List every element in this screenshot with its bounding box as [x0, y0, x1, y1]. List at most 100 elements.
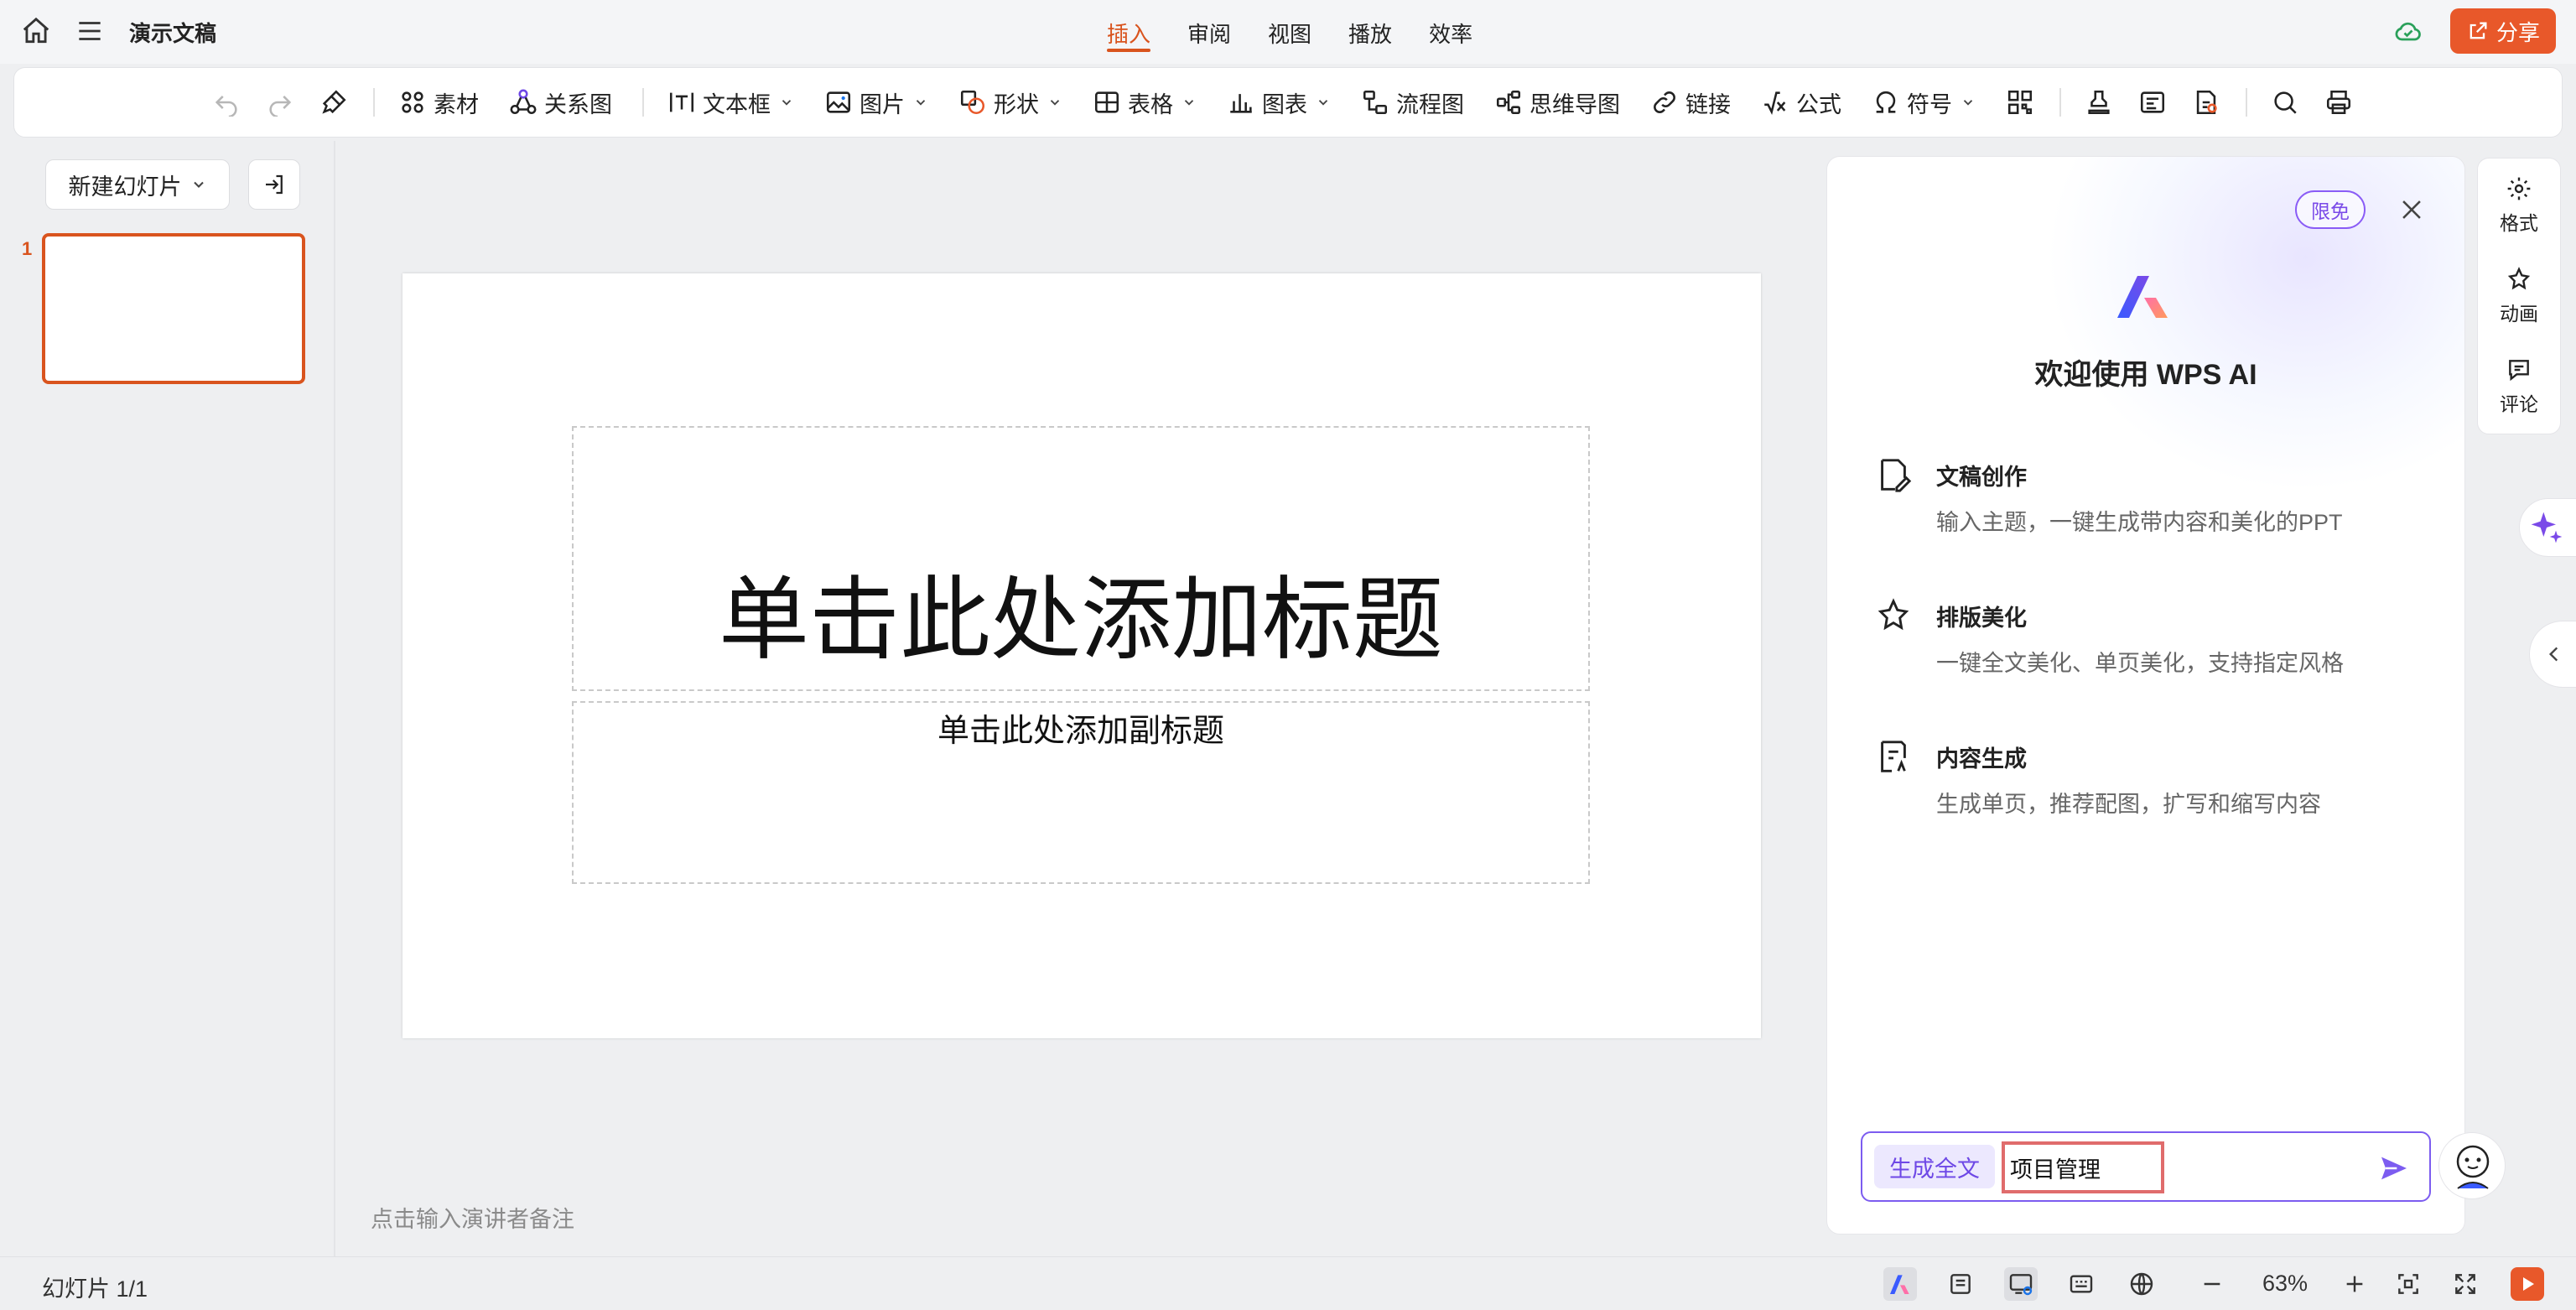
rail-animation-label: 动画	[2500, 303, 2538, 325]
print-icon[interactable]	[2324, 88, 2353, 117]
zoom-in-icon[interactable]	[2338, 1267, 2371, 1301]
slide-sorter-icon[interactable]	[1944, 1267, 1977, 1301]
speaker-notes[interactable]: 点击输入演讲者备注	[371, 1201, 574, 1234]
send-icon[interactable]	[2377, 1151, 2411, 1185]
format-painter-icon[interactable]	[319, 88, 348, 117]
chevron-down-icon	[916, 100, 926, 106]
share-button[interactable]: 分享	[2450, 8, 2556, 54]
slide-thumbnail-panel: 新建幻灯片 1	[0, 141, 335, 1256]
table-button[interactable]: 表格	[1093, 86, 1197, 119]
redo-icon[interactable]	[266, 88, 294, 117]
picture-label: 图片	[860, 91, 905, 117]
cloud-saved-icon[interactable]	[2393, 17, 2423, 47]
material-button[interactable]: 素材	[398, 86, 479, 119]
chevron-down-icon	[193, 181, 204, 188]
slide-thumbnail-number: 1	[22, 238, 33, 259]
form-icon[interactable]	[2138, 88, 2167, 117]
star-sparkle-icon	[1877, 598, 1909, 631]
flowchart-button[interactable]: 流程图	[1361, 86, 1464, 119]
play-slideshow-button[interactable]	[2511, 1267, 2544, 1301]
globe-icon[interactable]	[2125, 1267, 2158, 1301]
rail-animation[interactable]: 动画	[2478, 266, 2560, 326]
document-title[interactable]: 演示文稿	[129, 17, 216, 48]
zoom-out-icon[interactable]	[2195, 1267, 2229, 1301]
ai-assistant-avatar[interactable]	[2438, 1132, 2506, 1199]
chevron-down-icon	[782, 100, 792, 106]
link-button[interactable]: 链接	[1650, 86, 1731, 119]
close-icon[interactable]	[2397, 195, 2426, 224]
feature-title: 文稿创作	[1936, 465, 2027, 490]
subtitle-placeholder-text: 单击此处添加副标题	[937, 712, 1224, 749]
panel-divider[interactable]	[334, 141, 335, 1256]
fit-window-icon[interactable]	[2392, 1267, 2425, 1301]
zoom-level[interactable]: 63%	[2262, 1271, 2308, 1297]
link-label: 链接	[1685, 91, 1731, 117]
chevron-down-icon	[1184, 100, 1194, 106]
generate-full-text-chip[interactable]: 生成全文	[1874, 1145, 1995, 1188]
home-icon[interactable]	[20, 15, 52, 47]
slide-canvas[interactable]: 单击此处添加标题 单击此处添加副标题	[402, 273, 1761, 1038]
toolbar-divider	[2246, 88, 2247, 117]
formula-button[interactable]: 公式	[1761, 86, 1841, 119]
tab-efficiency[interactable]: 效率	[1429, 0, 1472, 64]
qrcode-icon[interactable]	[2006, 88, 2034, 117]
ai-prompt-input[interactable]	[2002, 1141, 2164, 1193]
new-slide-button[interactable]: 新建幻灯片	[45, 159, 230, 210]
document-edit-icon	[1881, 459, 1912, 492]
wps-ai-panel: 限免 欢迎使用 WPS AI 文稿创作 输入主题，一键生成带内容和美化的PPT …	[1826, 156, 2465, 1235]
tab-play[interactable]: 播放	[1348, 0, 1392, 64]
relation-diagram-button[interactable]: 关系图	[509, 86, 612, 119]
stamp-icon[interactable]	[2085, 88, 2113, 117]
mindmap-button[interactable]: 思维导图	[1494, 86, 1620, 119]
chart-label: 图表	[1262, 91, 1307, 117]
ai-sparkle-button[interactable]	[2519, 498, 2576, 557]
document-check-icon[interactable]	[2192, 88, 2220, 117]
tab-review[interactable]: 审阅	[1187, 0, 1231, 64]
subtitle-placeholder[interactable]: 单击此处添加副标题	[572, 701, 1590, 884]
undo-icon[interactable]	[212, 88, 241, 117]
feature-description: 生成单页，推荐配图，扩写和缩写内容	[1936, 792, 2321, 817]
picture-button[interactable]: 图片	[824, 86, 928, 119]
tab-insert[interactable]: 插入	[1107, 0, 1151, 64]
title-bar: 演示文稿 插入 审阅 视图 播放 效率 分享	[0, 0, 2576, 64]
import-icon	[266, 174, 283, 195]
material-icon	[402, 91, 423, 113]
relation-label: 关系图	[544, 91, 612, 117]
assistant-mascot-icon	[2456, 1145, 2490, 1189]
textbox-button[interactable]: 文本框	[667, 86, 794, 119]
chevron-left-icon	[2548, 647, 2558, 662]
import-slide-button[interactable]	[248, 159, 300, 210]
content-generate-icon	[1881, 741, 1906, 772]
wps-ai-status-icon[interactable]	[1883, 1267, 1917, 1301]
symbol-label: 符号	[1907, 91, 1952, 117]
feature-title: 排版美化	[1936, 606, 2027, 631]
flowchart-icon	[1363, 90, 1388, 115]
title-placeholder[interactable]: 单击此处添加标题	[572, 426, 1590, 691]
search-icon[interactable]	[2271, 88, 2299, 117]
feature-description: 一键全文美化、单页美化，支持指定风格	[1936, 651, 2344, 676]
fullscreen-icon[interactable]	[2449, 1267, 2482, 1301]
rail-format[interactable]: 格式	[2478, 175, 2560, 236]
ai-prompt-box: 生成全文	[1861, 1131, 2431, 1202]
notes-view-icon[interactable]	[2004, 1267, 2038, 1301]
rail-comment[interactable]: 评论	[2478, 356, 2560, 417]
feature-title: 内容生成	[1936, 746, 2027, 772]
reading-view-icon[interactable]	[2064, 1267, 2098, 1301]
feature-description: 输入主题，一键生成带内容和美化的PPT	[1936, 510, 2343, 535]
rail-comment-label: 评论	[2500, 393, 2538, 415]
collapse-panel-button[interactable]	[2529, 621, 2576, 688]
slide-thumbnail[interactable]	[42, 233, 305, 384]
ribbon-tabs: 插入 审阅 视图 播放 效率	[1107, 0, 1509, 64]
material-label: 素材	[434, 91, 479, 117]
symbol-button[interactable]: 符号	[1872, 86, 1976, 119]
flowchart-label: 流程图	[1396, 91, 1464, 117]
gear-icon	[2507, 177, 2531, 200]
tab-view[interactable]: 视图	[1268, 0, 1311, 64]
textbox-label: 文本框	[703, 91, 771, 117]
free-badge: 限免	[2295, 190, 2366, 229]
right-tool-rail: 格式 动画 评论	[2477, 158, 2561, 434]
shape-button[interactable]: 形状	[958, 86, 1062, 119]
chart-icon	[1230, 94, 1252, 113]
chart-button[interactable]: 图表	[1227, 86, 1331, 119]
menu-icon[interactable]	[74, 15, 106, 47]
